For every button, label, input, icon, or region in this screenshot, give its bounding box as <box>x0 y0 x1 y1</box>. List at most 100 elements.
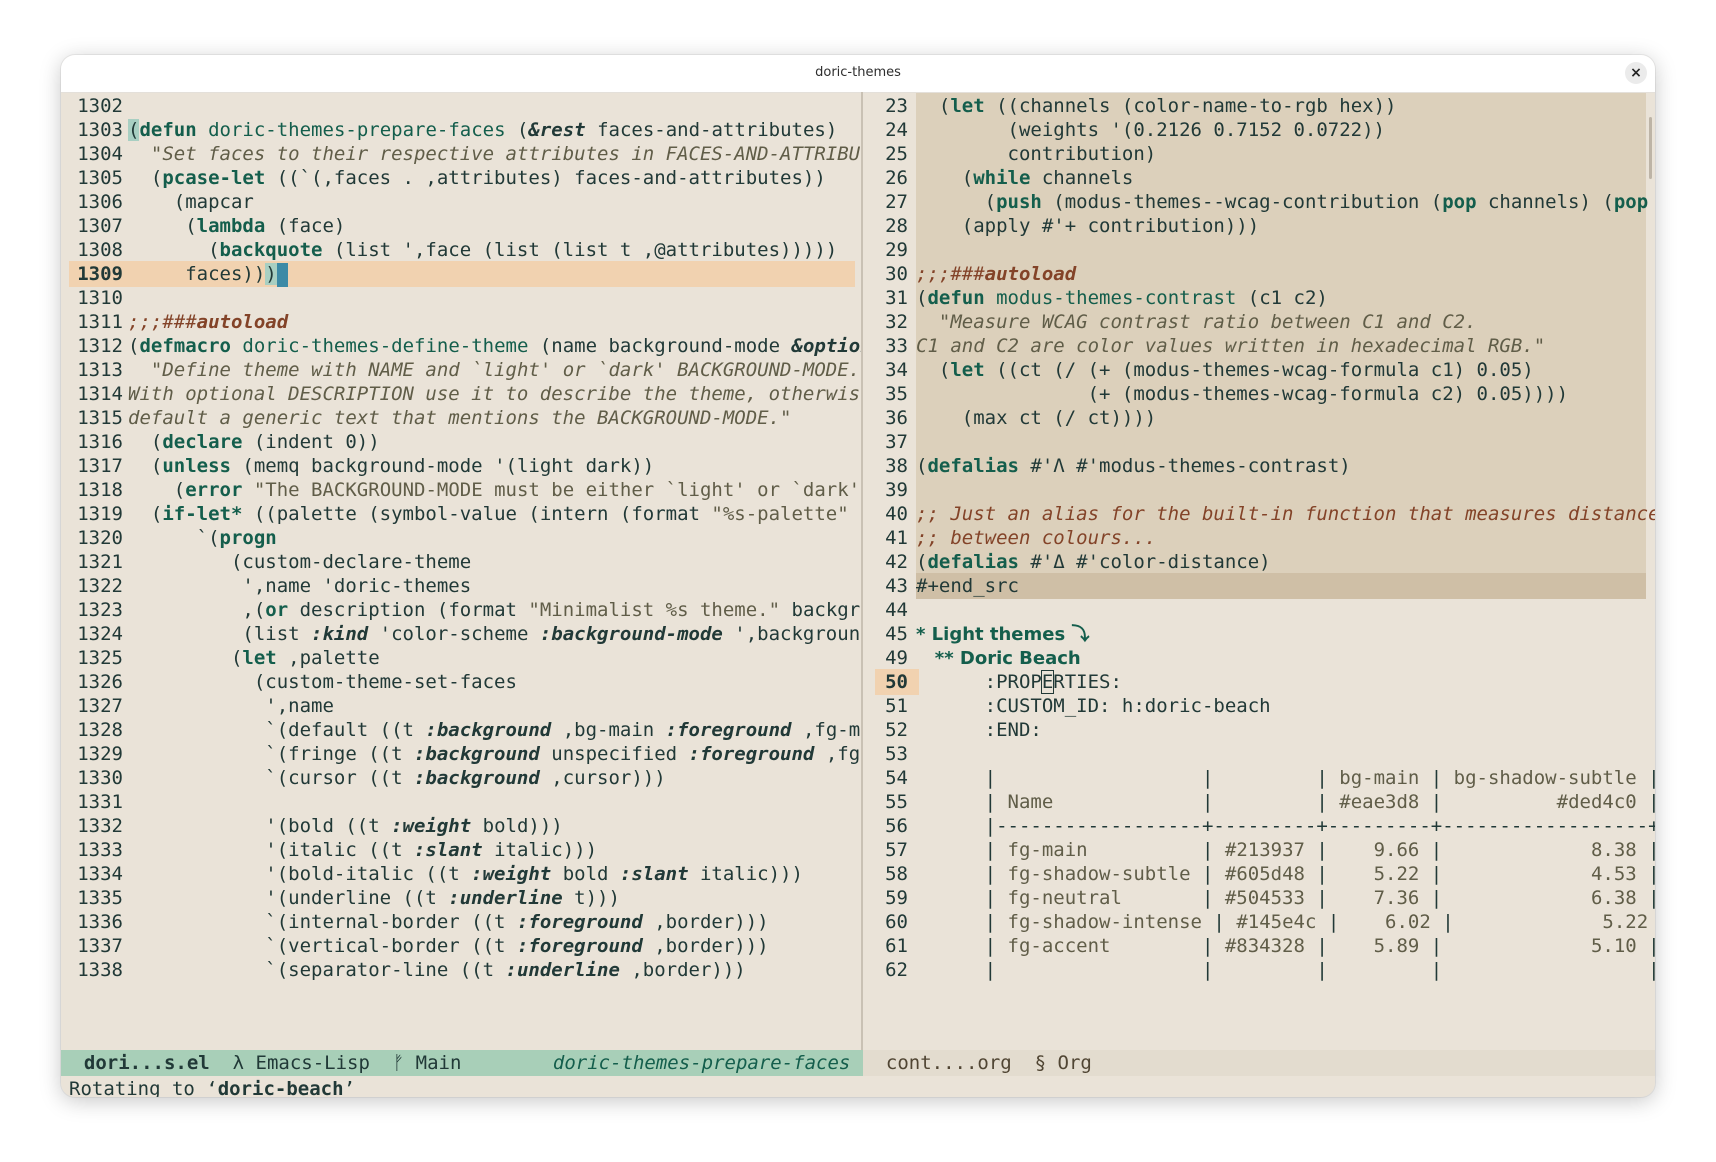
line-code[interactable]: | fg-shadow-subtle | #605d48 | 5.22 | 4.… <box>916 863 1655 885</box>
code-line[interactable]: 1333 '(italic ((t :slant italic))) <box>61 837 863 863</box>
code-line[interactable]: 1334 '(bold-italic ((t :weight bold :sla… <box>61 861 863 887</box>
line-code[interactable]: #+end_src <box>916 575 1019 597</box>
code-line[interactable]: 1305 (pcase-let ((`(,faces . ,attributes… <box>61 165 863 191</box>
code-line[interactable]: 1337 `(vertical-border ((t :foreground ,… <box>61 933 863 959</box>
code-line[interactable]: 35 (+ (modus-themes-wcag-formula c2) 0.0… <box>863 381 1655 407</box>
line-code[interactable]: (let ((ct (/ (+ (modus-themes-wcag-formu… <box>916 359 1534 381</box>
code-line[interactable]: 60 | fg-shadow-intense | #145e4c | 6.02 … <box>863 909 1655 935</box>
code-line[interactable]: 1317 (unless (memq background-mode '(lig… <box>61 453 863 479</box>
line-code[interactable]: "Set faces to their respective attribute… <box>128 143 863 165</box>
code-line[interactable]: 1328 `(default ((t :background ,bg-main … <box>61 717 863 743</box>
code-line[interactable]: 1309 faces))) <box>61 261 863 287</box>
code-line[interactable]: 25 contribution) <box>863 141 1655 167</box>
code-line[interactable]: 1332 '(bold ((t :weight bold))) <box>61 813 863 839</box>
code-line[interactable]: 52 :END: <box>863 717 1655 743</box>
code-line[interactable]: 1316 (declare (indent 0)) <box>61 429 863 455</box>
code-line[interactable]: 59 | fg-neutral | #504533 | 7.36 | 6.38 … <box>863 885 1655 911</box>
code-line[interactable]: 30 ;;;###autoload <box>863 261 1655 287</box>
code-line[interactable]: 40 ;; Just an alias for the built-in func… <box>863 501 1655 527</box>
code-line[interactable]: 27 (push (modus-themes--wcag-contributio… <box>863 189 1655 215</box>
line-code[interactable]: contribution) <box>916 143 1157 165</box>
modeline-right[interactable]: cont....org § Org <box>863 1050 1655 1076</box>
code-line[interactable]: 1335 '(underline ((t :underline t))) <box>61 885 863 911</box>
code-line[interactable]: 24 (weights '(0.2126 0.7152 0.0722)) <box>863 117 1655 143</box>
line-code[interactable]: `(internal-border ((t :foreground ,borde… <box>128 911 768 933</box>
line-code[interactable]: '(italic ((t :slant italic))) <box>128 839 597 861</box>
code-line[interactable]: 42 (defalias #'Δ #'color-distance) <box>863 549 1655 575</box>
code-line[interactable]: 44 <box>863 597 1655 623</box>
line-code[interactable]: (defalias #'Λ #'modus-themes-contrast) <box>916 455 1351 477</box>
line-code[interactable]: (defun doric-themes-prepare-faces (&rest… <box>128 119 837 141</box>
line-code[interactable]: With optional DESCRIPTION use it to desc… <box>128 383 863 405</box>
line-code[interactable]: | | | | |→ <box>916 959 1655 981</box>
modeline-major-mode[interactable]: § Org <box>1035 1052 1092 1074</box>
line-code[interactable]: (weights '(0.2126 0.7152 0.0722)) <box>916 119 1386 141</box>
code-line[interactable]: 56 |------------------+---------+-------… <box>863 813 1655 839</box>
code-line[interactable]: 34 (let ((ct (/ (+ (modus-themes-wcag-fo… <box>863 357 1655 383</box>
code-line[interactable]: 1307 (lambda (face) <box>61 213 863 239</box>
code-line[interactable]: 1324 (list :kind 'color-scheme :backgrou… <box>61 621 863 647</box>
line-code[interactable]: (push (modus-themes--wcag-contribution (… <box>916 191 1655 213</box>
code-line[interactable]: 50 :PROPERTIES: <box>863 669 1655 695</box>
code-line[interactable]: 26 (while channels <box>863 165 1655 191</box>
line-code[interactable]: (list :kind 'color-scheme :background-mo… <box>128 623 863 645</box>
line-code[interactable]: |------------------+---------+---------+… <box>916 815 1655 837</box>
line-code[interactable]: ** Doric Beach <box>916 647 1081 669</box>
line-code[interactable]: :END: <box>916 719 1042 741</box>
modeline-major-mode[interactable]: λ Emacs-Lisp <box>233 1052 370 1074</box>
code-line[interactable]: 1304 "Set faces to their respective attr… <box>61 141 863 167</box>
scrollbar-thumb[interactable] <box>1649 117 1652 179</box>
code-line[interactable]: 61 | fg-accent | #834328 | 5.89 | 5.10 |… <box>863 933 1655 959</box>
line-code[interactable]: ',name <box>128 695 334 717</box>
line-code[interactable]: ,(or description (format "Minimalist %s … <box>128 599 863 621</box>
line-code[interactable]: `(vertical-border ((t :foreground ,borde… <box>128 935 768 957</box>
line-code[interactable]: * Light themes ⤵ <box>916 623 1089 645</box>
line-code[interactable]: (apply #'+ contribution))) <box>916 215 1259 237</box>
line-code[interactable]: (defmacro doric-themes-define-theme (nam… <box>128 335 863 357</box>
code-line[interactable]: 23 (let ((channels (color-name-to-rgb he… <box>863 93 1655 119</box>
line-code[interactable]: `(fringe ((t :background unspecified :fo… <box>128 743 863 765</box>
code-line[interactable]: 57 | fg-main | #213937 | 9.66 | 8.38 |→ <box>863 837 1655 863</box>
code-line[interactable]: 1322 ',name 'doric-themes <box>61 573 863 599</box>
line-code[interactable]: default a generic text that mentions the… <box>128 407 791 429</box>
code-line[interactable]: 1303 (defun doric-themes-prepare-faces (&… <box>61 117 863 143</box>
code-line[interactable]: 1326 (custom-theme-set-faces <box>61 669 863 695</box>
code-line[interactable]: 54 | | | bg-main | bg-shadow-subtle |→ <box>863 765 1655 791</box>
line-code[interactable]: `(separator-line ((t :underline ,border)… <box>128 959 745 981</box>
line-code[interactable]: (+ (modus-themes-wcag-formula c2) 0.05))… <box>916 383 1568 405</box>
code-line[interactable]: 43 #+end_src <box>863 573 1655 599</box>
line-code[interactable]: ;;;###autoload <box>916 263 1076 285</box>
code-line[interactable]: 1321 (custom-declare-theme <box>61 549 863 575</box>
code-line[interactable]: 36 (max ct (/ ct)))) <box>863 405 1655 431</box>
code-line[interactable]: 28 (apply #'+ contribution))) <box>863 213 1655 239</box>
code-line[interactable]: 1308 (backquote (list ',face (list (list… <box>61 237 863 263</box>
line-code[interactable]: (if-let* ((palette (symbol-value (intern… <box>128 503 863 525</box>
code-line[interactable]: 1310 <box>61 285 863 311</box>
line-code[interactable]: :CUSTOM_ID: h:doric-beach <box>916 695 1271 717</box>
code-line[interactable]: 1331 <box>61 789 863 815</box>
line-code[interactable]: (max ct (/ ct)))) <box>916 407 1156 429</box>
modeline-left[interactable]: dori...s.el λ Emacs-Lisp ᚠ Main doric-th… <box>61 1050 863 1076</box>
line-code[interactable]: (custom-theme-set-faces <box>128 671 517 693</box>
line-code[interactable]: ;;;###autoload <box>128 311 288 333</box>
line-code[interactable]: (let ((channels (color-name-to-rgb hex)) <box>916 95 1397 117</box>
line-code[interactable]: `(cursor ((t :background ,cursor))) <box>128 767 665 789</box>
line-code[interactable]: | | | bg-main | bg-shadow-subtle |→ <box>916 767 1655 789</box>
line-code[interactable]: | fg-accent | #834328 | 5.89 | 5.10 |→ <box>916 935 1655 957</box>
line-code[interactable]: C1 and C2 are color values written in he… <box>916 335 1545 357</box>
code-line[interactable]: 1338 `(separator-line ((t :underline ,bo… <box>61 957 863 983</box>
code-line[interactable]: 1319 (if-let* ((palette (symbol-value (i… <box>61 501 863 527</box>
modeline-vc-branch[interactable]: ᚠ Main <box>393 1052 462 1074</box>
code-line[interactable]: 33 C1 and C2 are color values written in … <box>863 333 1655 359</box>
line-code[interactable]: '(underline ((t :underline t))) <box>128 887 620 909</box>
code-line[interactable]: 49 ** Doric Beach <box>863 645 1655 671</box>
code-line[interactable]: 1313 "Define theme with NAME and `light'… <box>61 357 863 383</box>
code-line[interactable]: 1318 (error "The BACKGROUND-MODE must be… <box>61 477 863 503</box>
code-line[interactable]: 1311 ;;;###autoload <box>61 309 863 335</box>
line-code[interactable]: (pcase-let ((`(,faces . ,attributes) fac… <box>128 167 826 189</box>
code-line[interactable]: 1325 (let ,palette <box>61 645 863 671</box>
code-line[interactable]: 38 (defalias #'Λ #'modus-themes-contrast) <box>863 453 1655 479</box>
line-code[interactable]: `(progn <box>128 527 277 549</box>
code-line[interactable]: 55 | Name | | #eae3d8 | #ded4c0 |→ <box>863 789 1655 815</box>
code-line[interactable]: 53 <box>863 741 1655 767</box>
